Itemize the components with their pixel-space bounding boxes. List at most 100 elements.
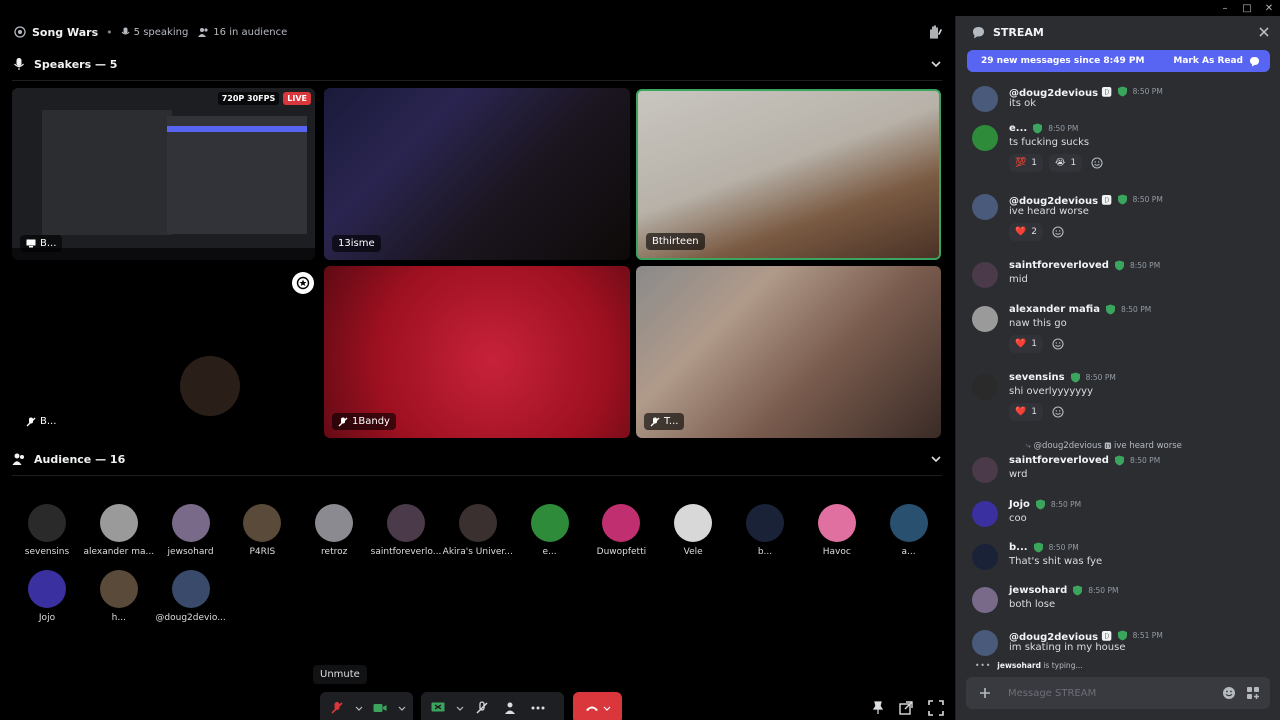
message-author[interactable]: saintforeverloved [1009, 260, 1109, 271]
maximize-button[interactable]: □ [1236, 0, 1258, 16]
avatar[interactable] [972, 544, 998, 570]
unmute-button[interactable] [326, 697, 348, 719]
muted-mic-icon [476, 701, 488, 714]
message-author[interactable]: @doug2devious 🅳 [1009, 192, 1112, 207]
mark-as-read-button[interactable]: Mark As Read [1173, 56, 1260, 67]
speaker-tile[interactable]: T... [636, 266, 941, 438]
message-author[interactable]: @doug2devious 🅳 [1009, 628, 1112, 643]
chevron-down-icon[interactable] [929, 452, 943, 466]
new-messages-bar[interactable]: 29 new messages since 8:49 PM Mark As Re… [967, 50, 1270, 72]
add-reaction-icon[interactable] [1049, 223, 1067, 241]
audio-options-caret[interactable] [354, 697, 364, 719]
speaker-tile-screenshare[interactable]: 720P 30FPS LIVE B... [12, 88, 315, 260]
message-author[interactable]: sevensins [1009, 372, 1065, 383]
chat-message[interactable]: saintforeverloved 8:50 PM wrd [972, 455, 1272, 487]
chevron-down-icon[interactable] [929, 57, 943, 71]
reaction[interactable]: ❤️ 2 [1009, 223, 1043, 241]
message-author[interactable]: jewsohard [1009, 585, 1067, 596]
stage-icon [14, 26, 26, 38]
audience-member[interactable]: Akira's Univer... [438, 504, 518, 557]
reply-preview[interactable]: ⤷ @doug2devious 🅳 ive heard worse [1026, 441, 1182, 451]
chat-message[interactable]: @doug2devious 🅳 8:50 PM its ok [972, 84, 1272, 116]
plus-icon[interactable] [978, 686, 992, 700]
audience-member[interactable]: h... [79, 570, 159, 623]
move-to-audience-button[interactable] [471, 697, 493, 719]
avatar[interactable] [972, 501, 998, 527]
audience-member[interactable]: alexander ma... [79, 504, 159, 557]
reaction-emoji: ❤️ [1015, 339, 1027, 349]
leave-stage-button[interactable] [573, 692, 622, 720]
close-icon[interactable] [1257, 25, 1271, 39]
avatar[interactable] [972, 630, 998, 656]
audience-member[interactable]: sevensins [7, 504, 87, 557]
add-reaction-icon[interactable] [1049, 335, 1067, 353]
apps-icon[interactable] [1246, 686, 1260, 700]
avatar[interactable] [972, 86, 998, 112]
pin-icon[interactable] [870, 700, 886, 716]
audience-member[interactable]: jewsohard [151, 504, 231, 557]
emoji-icon[interactable] [1222, 686, 1236, 700]
reaction[interactable]: ❤️ 1 [1009, 403, 1043, 421]
audience-member[interactable]: Vele [653, 504, 733, 557]
chat-message[interactable]: jewsohard 8:50 PM both lose [972, 585, 1272, 617]
chat-message[interactable]: alexander mafia 8:50 PM naw this go ❤️ 1 [972, 304, 1272, 354]
avatar[interactable] [972, 194, 998, 220]
avatar[interactable] [972, 306, 998, 332]
audience-header[interactable]: Audience — 16 [0, 447, 955, 471]
chat-message[interactable]: Jojo 8:50 PM coo [972, 499, 1272, 531]
speaker-tile[interactable]: 1Bandy [324, 266, 630, 438]
minimize-button[interactable]: – [1214, 0, 1236, 16]
audience-member[interactable]: Jojo [7, 570, 87, 623]
speaker-tile[interactable]: B... [12, 266, 315, 438]
video-options-caret[interactable] [397, 697, 407, 719]
people-icon [12, 453, 24, 465]
audience-member[interactable]: Duwopfetti [581, 504, 661, 557]
chat-message[interactable]: sevensins 8:50 PM shi overlyyyyyyy ❤️ 1 [972, 372, 1272, 422]
avatar[interactable] [972, 587, 998, 613]
fullscreen-icon[interactable] [928, 700, 944, 716]
chat-message[interactable]: @doug2devious 🅳 8:50 PM ive heard worse ❤️ 2 [972, 192, 1272, 242]
message-author[interactable]: b... [1009, 542, 1028, 553]
invite-speaker-button[interactable] [499, 697, 521, 719]
add-reaction-icon[interactable] [1088, 154, 1106, 172]
reaction[interactable]: 💯 1 [1009, 154, 1043, 172]
message-input[interactable]: Message STREAM [966, 677, 1270, 709]
audience-member[interactable]: e... [510, 504, 590, 557]
message-author[interactable]: saintforeverloved [1009, 455, 1109, 466]
audience-member[interactable]: a... [869, 504, 949, 557]
audience-member[interactable]: @doug2devio... [151, 570, 231, 623]
speakers-header[interactable]: Speakers — 5 [0, 52, 955, 76]
avatar[interactable] [972, 125, 998, 151]
screen-share-button[interactable] [427, 697, 449, 719]
add-reaction-icon[interactable] [1049, 403, 1067, 421]
speaker-tile-speaking[interactable]: Bthirteen [636, 89, 941, 260]
camera-button[interactable] [370, 697, 392, 719]
avatar[interactable] [972, 374, 998, 400]
close-window-button[interactable]: ✕ [1258, 0, 1280, 16]
avatar[interactable] [972, 457, 998, 483]
audience-member[interactable]: saintforeverlo... [366, 504, 446, 557]
chat-message[interactable]: saintforeverloved 8:50 PM mid [972, 260, 1272, 292]
message-author[interactable]: e... [1009, 123, 1027, 134]
audience-member[interactable]: P4RIS [222, 504, 302, 557]
message-author[interactable]: alexander mafia [1009, 304, 1100, 315]
chat-message[interactable]: @doug2devious 🅳 8:51 PM im skating in my h… [972, 628, 1272, 660]
avatar[interactable] [972, 262, 998, 288]
chat-message[interactable]: b... 8:50 PM That's shit was fye [972, 542, 1272, 574]
more-options-button[interactable] [527, 697, 549, 719]
reactions: ❤️ 1 [1009, 335, 1067, 353]
message-author[interactable]: @doug2devious 🅳 [1009, 84, 1112, 99]
message-author[interactable]: Jojo [1009, 499, 1030, 510]
share-options-caret[interactable] [455, 697, 465, 719]
audience-member[interactable]: Havoc [797, 504, 877, 557]
stage-settings-icon[interactable] [292, 272, 314, 294]
pop-out-icon[interactable] [898, 700, 914, 716]
chevron-down-icon [603, 706, 610, 711]
raise-hand-icon[interactable] [927, 24, 943, 40]
speaker-tile[interactable]: 13isme [324, 88, 630, 260]
reaction[interactable]: ❤️ 1 [1009, 335, 1043, 353]
reaction[interactable]: 😭 1 [1048, 154, 1083, 172]
chat-message[interactable]: e... 8:50 PM ts fucking sucks 💯 1 😭 1 [972, 123, 1272, 173]
audience-member[interactable]: b... [725, 504, 805, 557]
audience-member[interactable]: retroz [294, 504, 374, 557]
